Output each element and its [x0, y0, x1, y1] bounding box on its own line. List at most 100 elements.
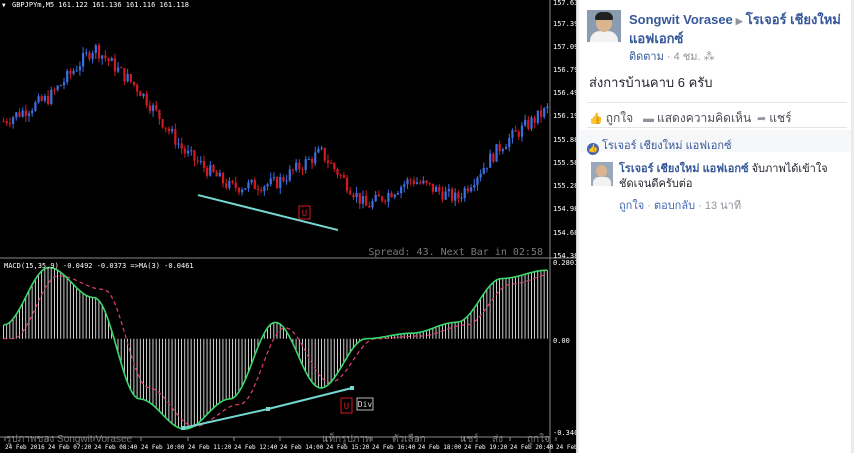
candle: [489, 153, 492, 168]
candle: [384, 200, 387, 202]
candle: [231, 180, 234, 183]
candle: [240, 189, 244, 193]
candle: [400, 186, 403, 194]
candle: [34, 102, 37, 111]
candle: [5, 121, 8, 124]
like-button[interactable]: 👍 ถูกใจ: [589, 109, 633, 128]
candle: [31, 110, 34, 114]
candle: [164, 127, 167, 129]
candle: [485, 167, 489, 169]
candle: [215, 171, 218, 177]
candle: [40, 96, 43, 101]
candle: [495, 144, 498, 162]
post-time[interactable]: 4 ชม.: [674, 51, 701, 63]
candle: [492, 153, 495, 162]
candle: [193, 150, 196, 161]
macd-tick: 0.00: [553, 337, 570, 345]
likes-by-name[interactable]: โรเจอร์ เชียงใหม่ แอฟเอกซ์: [602, 140, 732, 152]
candle: [18, 112, 21, 117]
candle: [27, 113, 31, 116]
macd-tick: 0.2801: [553, 259, 576, 267]
candle: [202, 161, 206, 168]
candle: [412, 180, 415, 184]
candle: [403, 184, 406, 187]
candle: [110, 58, 113, 62]
separator-dot: ·: [698, 200, 705, 212]
candle: [434, 186, 438, 192]
candle: [533, 117, 536, 123]
comment-reply-link[interactable]: ตอบกลับ: [654, 200, 695, 212]
candle: [307, 158, 311, 160]
comment-button[interactable]: ▬ แสดงความคิดเห็น: [643, 109, 751, 128]
likes-summary[interactable]: 👍 โรเจอร์ เชียงใหม่ แอฟเอกซ์: [587, 136, 732, 155]
post-header: Songwit Vorasee ▶ โรเจอร์ เชียงใหม่ แอฟเอก…: [629, 11, 847, 48]
candle: [358, 192, 361, 204]
time-tick: 24 Feb 15:20: [326, 444, 370, 451]
candle: [151, 105, 155, 112]
comment-like-link[interactable]: ถูกใจ: [619, 200, 644, 212]
candle: [72, 70, 75, 74]
candle: [285, 180, 288, 182]
candle: [94, 45, 97, 53]
candle: [50, 89, 53, 105]
share-button[interactable]: ➦ แชร์: [757, 109, 792, 128]
follow-link[interactable]: ติดตาม: [629, 51, 664, 63]
trading-chart[interactable]: U U Div ▼ GBPJPYm,M5 161.122 161.136 161.116…: [0, 0, 576, 453]
thumb-up-icon: 👍: [589, 113, 603, 125]
time-tick: 24 Feb 10:00: [141, 444, 185, 451]
commenter-avatar[interactable]: [591, 162, 613, 186]
candle: [339, 174, 342, 176]
candle: [85, 52, 88, 54]
price-tick: 156.490: [553, 89, 576, 97]
time-tick: 24 Feb 07:20: [48, 444, 92, 451]
candle: [209, 165, 212, 176]
separator-dot: ·: [647, 200, 654, 212]
author-name-link[interactable]: Songwit Vorasee: [629, 12, 733, 27]
candle: [221, 172, 225, 184]
candle: [53, 89, 56, 91]
candle: [275, 177, 279, 189]
candle: [196, 160, 199, 162]
candle: [174, 129, 177, 145]
photo-menu-item: ตัวเลือก: [392, 433, 426, 445]
candle: [504, 147, 508, 150]
comment-time[interactable]: 13 นาที: [705, 200, 741, 212]
spread-timer-text: Spread: 43. Next Bar in 02:58: [368, 247, 543, 258]
time-tick: 24 Feb 20:40: [510, 444, 554, 451]
candle: [104, 55, 107, 59]
empty-area: [579, 222, 851, 453]
candle: [422, 180, 425, 184]
candle: [183, 148, 186, 154]
candle: [97, 45, 101, 59]
candle: [282, 176, 285, 182]
candle: [469, 187, 473, 192]
candle: [158, 109, 161, 120]
candle: [234, 182, 237, 188]
commenter-name-link[interactable]: โรเจอร์ เชียงใหม่ แอฟเอกซ์: [619, 163, 749, 175]
candle: [476, 177, 479, 185]
candle: [393, 194, 396, 198]
candle: [543, 108, 546, 117]
candle: [374, 194, 377, 202]
author-avatar[interactable]: [587, 10, 621, 42]
photo-menu-item: แท็กรูปภาพ: [322, 431, 372, 445]
candle: [24, 110, 27, 116]
price-tick: 155.885: [553, 136, 576, 144]
trendline-point: [350, 386, 354, 390]
candle: [511, 130, 514, 139]
candle: [371, 201, 374, 208]
trendline-point: [181, 426, 185, 430]
candle: [361, 195, 365, 204]
candle: [272, 177, 276, 179]
time-tick: 24 Feb 2016: [5, 444, 45, 451]
candle: [256, 189, 260, 191]
macd-header: MACD(15,35,9) -0.0492 -0.0373 =>MA(3) -0…: [4, 262, 194, 270]
candle: [180, 143, 183, 149]
candle: [132, 81, 136, 85]
candle: [527, 120, 530, 129]
candle: [317, 148, 320, 153]
candle: [8, 123, 12, 125]
candle: [457, 192, 460, 199]
candle: [247, 182, 250, 189]
candle: [450, 189, 454, 201]
